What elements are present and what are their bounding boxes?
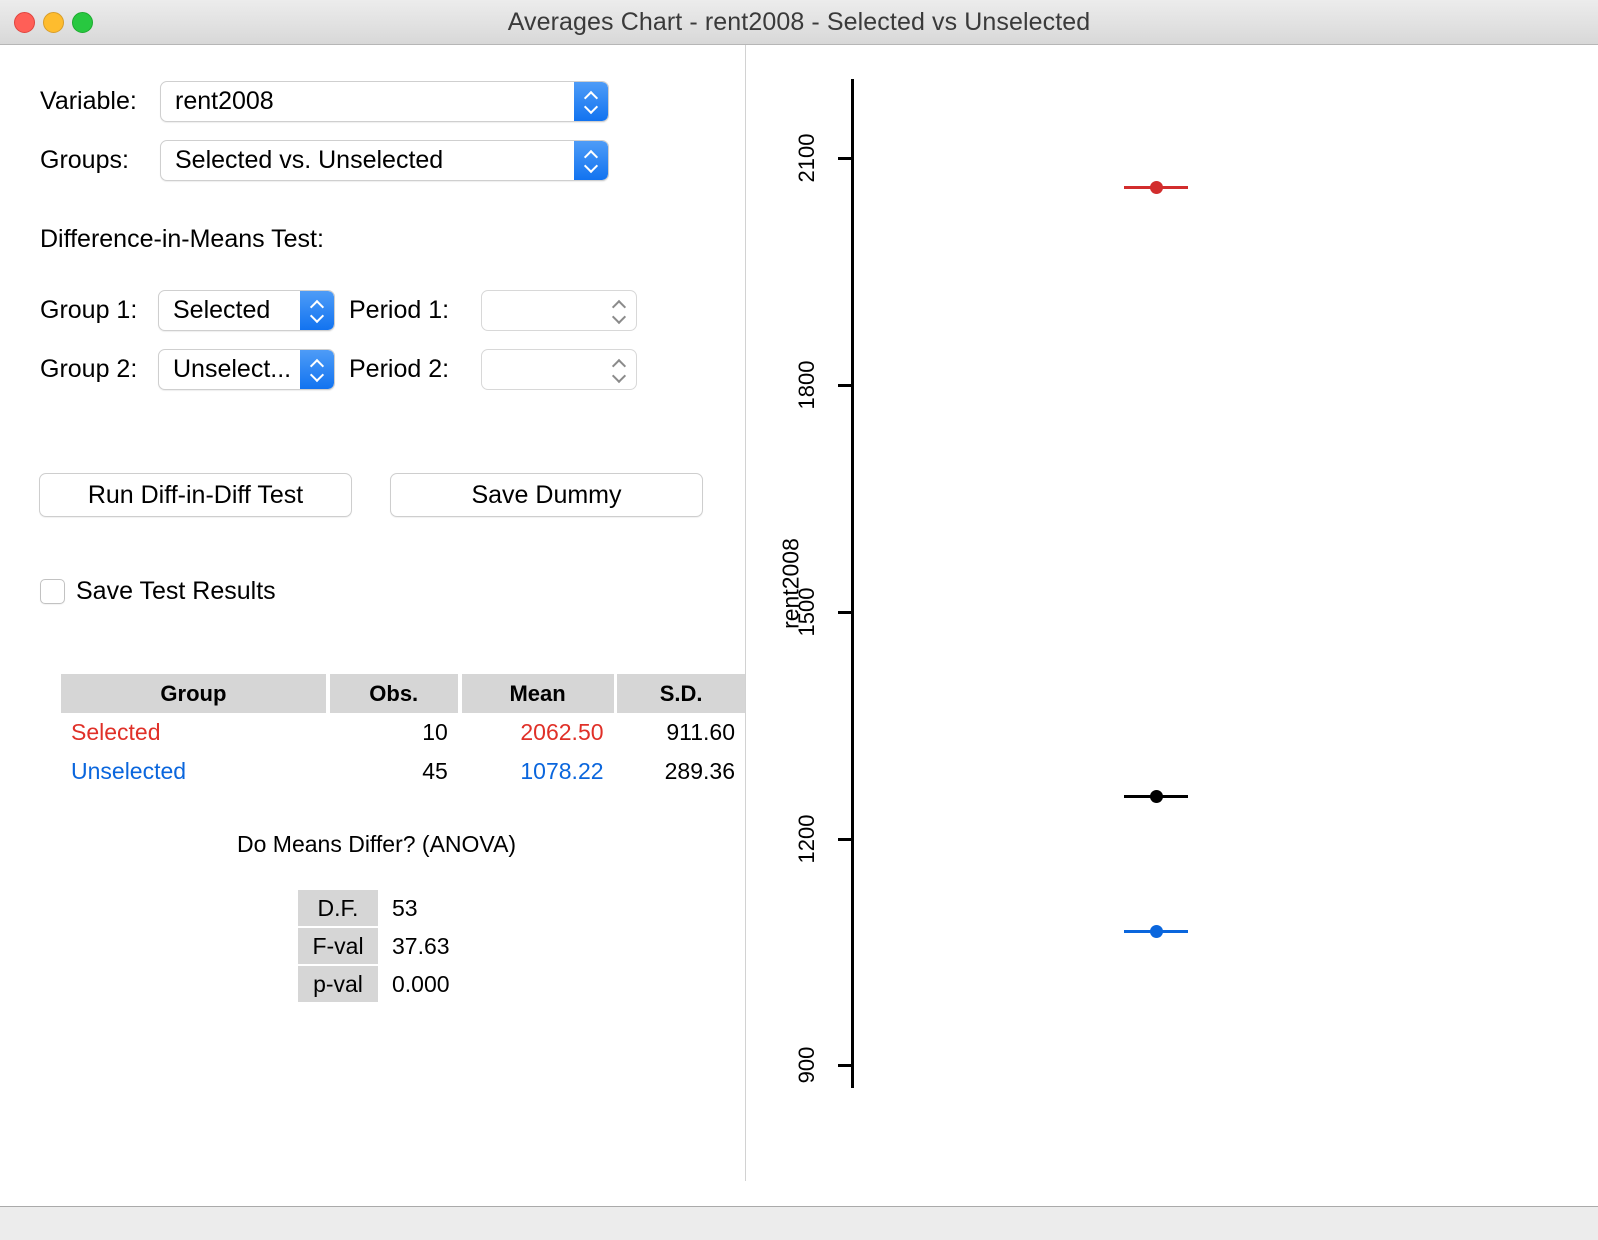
cell-obs: 45 <box>422 758 448 784</box>
chevron-up-icon <box>311 360 324 368</box>
controls-panel: Variable: rent2008 Groups: Selected vs. … <box>0 45 745 1206</box>
group1-row: Group 1: Selected Period 1: <box>40 290 637 331</box>
cell-obs: 10 <box>422 719 448 745</box>
cell-mean: 1078.22 <box>520 758 604 784</box>
variable-select-value: rent2008 <box>175 87 274 115</box>
chevron-down-icon <box>585 103 598 111</box>
chevron-up-icon <box>585 92 598 100</box>
y-axis-tick-mark <box>838 384 851 388</box>
cell-group: Selected <box>71 719 161 745</box>
save-test-results-label: Save Test Results <box>76 577 276 605</box>
y-axis-tick-mark <box>838 837 851 841</box>
group2-select-stepper[interactable] <box>300 350 334 389</box>
group-stats-table: Group Obs. Mean S.D. Selected 10 2062.50 <box>61 674 745 791</box>
anova-heading: Do Means Differ? (ANOVA) <box>237 831 517 857</box>
col-header-obs: Obs. <box>329 674 458 713</box>
save-dummy-button[interactable]: Save Dummy <box>390 473 703 517</box>
group1-label: Group 1: <box>40 296 138 324</box>
y-axis-tick-mark <box>838 610 851 614</box>
anova-row: D.F. 53 <box>298 890 451 926</box>
chevron-down-icon <box>311 371 324 379</box>
groups-select-value: Selected vs. Unselected <box>175 146 444 174</box>
averages-chart-panel: rent2008 2100 1800 1500 1200 900 <box>746 45 1598 1206</box>
groups-label: Groups: <box>40 146 129 174</box>
variable-select[interactable]: rent2008 <box>160 81 609 122</box>
chevron-up-icon <box>311 301 324 309</box>
anova-key-pval: p-val <box>298 966 378 1002</box>
groups-row: Groups: Selected vs. Unselected <box>40 140 609 181</box>
anova-val-df: 53 <box>392 894 418 921</box>
period2-stepper[interactable] <box>602 350 636 389</box>
variable-select-stepper[interactable] <box>574 82 608 121</box>
plot-area: rent2008 2100 1800 1500 1200 900 <box>746 45 1598 1206</box>
series-marker-dot-unselected <box>1150 924 1163 938</box>
groups-select[interactable]: Selected vs. Unselected <box>160 140 609 181</box>
series-marker-dot-overall <box>1150 789 1163 803</box>
group2-row: Group 2: Unselect... Period 2: <box>40 349 637 390</box>
y-axis-tick-mark <box>838 1064 851 1068</box>
save-test-results-checkbox[interactable] <box>40 579 65 604</box>
y-axis-tick-label: 1500 <box>794 587 819 637</box>
y-axis-tick-mark <box>838 157 851 161</box>
cell-sd: 911.60 <box>666 719 735 745</box>
table-row: Selected 10 2062.50 911.60 <box>61 713 745 752</box>
col-header-sd: S.D. <box>617 674 745 713</box>
group1-select-stepper[interactable] <box>300 291 334 330</box>
anova-row: F-val 37.63 <box>298 928 451 964</box>
col-header-group: Group <box>61 674 326 713</box>
y-axis-tick-label: 1800 <box>794 360 819 410</box>
anova-row: p-val 0.000 <box>298 966 451 1002</box>
cell-mean: 2062.50 <box>520 719 604 745</box>
group2-select[interactable]: Unselect... <box>158 349 335 390</box>
anova-val-pval: 0.000 <box>392 970 450 997</box>
anova-key-df: D.F. <box>298 890 378 926</box>
col-header-mean: Mean <box>461 674 614 713</box>
chevron-down-icon <box>311 312 324 320</box>
chevron-up-icon <box>613 360 626 368</box>
window-status-bar <box>0 1206 1598 1240</box>
chevron-up-icon <box>613 301 626 309</box>
save-test-results-row[interactable]: Save Test Results <box>40 577 276 606</box>
run-diff-in-diff-button[interactable]: Run Diff-in-Diff Test <box>39 473 352 517</box>
variable-label: Variable: <box>40 87 137 115</box>
chevron-down-icon <box>613 313 626 321</box>
period1-label: Period 1: <box>349 296 450 324</box>
y-axis-tick-label: 1200 <box>794 814 819 864</box>
period1-input[interactable] <box>481 290 637 331</box>
y-axis-tick-label: 2100 <box>794 133 819 183</box>
chevron-down-icon <box>613 372 626 380</box>
diff-in-means-heading: Difference-in-Means Test: <box>40 225 324 253</box>
cell-sd: 289.36 <box>664 758 735 784</box>
group1-select-value: Selected <box>173 296 271 324</box>
table-header-row: Group Obs. Mean S.D. <box>61 674 745 713</box>
chevron-up-icon <box>585 151 598 159</box>
anova-table: D.F. 53 F-val 37.63 p-val 0.000 <box>298 888 451 1004</box>
chevron-down-icon <box>585 162 598 170</box>
y-axis-tick-label: 900 <box>794 1046 819 1084</box>
y-axis-line <box>851 79 854 1088</box>
window-titlebar: Averages Chart - rent2008 - Selected vs … <box>0 0 1598 45</box>
anova-val-fval: 37.63 <box>392 932 450 959</box>
group1-select[interactable]: Selected <box>158 290 335 331</box>
group2-label: Group 2: <box>40 355 138 383</box>
period1-stepper[interactable] <box>602 291 636 330</box>
group2-select-value: Unselect... <box>173 355 292 383</box>
groups-select-stepper[interactable] <box>574 141 608 180</box>
series-marker-dot-selected <box>1150 180 1163 194</box>
variable-row: Variable: rent2008 <box>40 81 609 122</box>
cell-group: Unselected <box>71 758 187 784</box>
table-row: Unselected 45 1078.22 289.36 <box>61 752 745 791</box>
window-title: Averages Chart - rent2008 - Selected vs … <box>507 8 1091 36</box>
anova-key-fval: F-val <box>298 928 378 964</box>
application-window: Averages Chart - rent2008 - Selected vs … <box>0 0 1598 1240</box>
period2-input[interactable] <box>481 349 637 390</box>
period2-label: Period 2: <box>349 355 450 383</box>
